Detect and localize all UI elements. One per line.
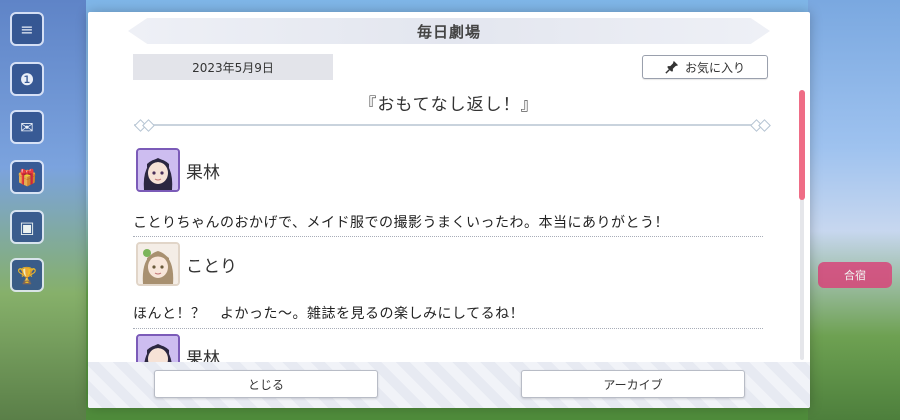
screen-icon: ▣ bbox=[10, 210, 44, 244]
speaker-row: 果林 bbox=[136, 148, 220, 192]
title-divider bbox=[134, 124, 764, 126]
dialogue-divider bbox=[133, 328, 763, 329]
speaker-name: ことり bbox=[186, 256, 237, 277]
dialog-title: 毎日劇場 bbox=[128, 18, 770, 44]
speaker-name: 果林 bbox=[186, 162, 220, 183]
divider-ornament bbox=[758, 119, 771, 132]
bg-label: 合宿 bbox=[818, 262, 892, 288]
favorite-button[interactable]: お気に入り bbox=[642, 55, 768, 79]
gift-icon: 🎁 bbox=[10, 160, 44, 194]
close-button[interactable]: とじる bbox=[154, 370, 378, 398]
karin-avatar bbox=[136, 334, 180, 362]
chat-icon: ❶ bbox=[10, 62, 44, 96]
speaker-row: 果林 bbox=[136, 334, 220, 362]
archive-button[interactable]: アーカイブ bbox=[521, 370, 745, 398]
dialogue-divider bbox=[133, 236, 763, 237]
speaker-row: ことり bbox=[136, 242, 237, 286]
dialogue-text: ことりちゃんのおかげで、メイド服での撮影うまくいったわ。本当にありがとう！ bbox=[133, 215, 669, 231]
speaker-name: 果林 bbox=[186, 348, 220, 363]
background-left-panel: ≡ ❶ ✉ 🎁 ▣ 🏆 bbox=[0, 0, 86, 420]
kotori-avatar bbox=[136, 242, 180, 286]
story-title: 『おもてなし返し！』 bbox=[359, 95, 539, 115]
favorite-label: お気に入り bbox=[684, 60, 745, 75]
pin-icon bbox=[665, 60, 679, 74]
menu-icon: ≡ bbox=[10, 12, 44, 46]
daily-theater-dialog: 毎日劇場 2023年5月9日 お気に入り 『おもてなし返し！』 果林 ことりちゃ… bbox=[88, 12, 810, 408]
trophy-icon: 🏆 bbox=[10, 258, 44, 292]
scrollbar-thumb[interactable] bbox=[799, 90, 805, 200]
date-label: 2023年5月9日 bbox=[133, 54, 333, 80]
background-right-panel: 合宿 bbox=[808, 0, 900, 420]
mail-icon: ✉ bbox=[10, 110, 44, 144]
divider-ornament bbox=[142, 119, 155, 132]
dialogue-list[interactable]: 果林 ことりちゃんのおかげで、メイド服での撮影うまくいったわ。本当にありがとう！… bbox=[133, 140, 763, 362]
dialogue-text: ほんと！？ よかった～。雑誌を見るの楽しみにしてるね！ bbox=[133, 306, 525, 322]
karin-avatar bbox=[136, 148, 180, 192]
